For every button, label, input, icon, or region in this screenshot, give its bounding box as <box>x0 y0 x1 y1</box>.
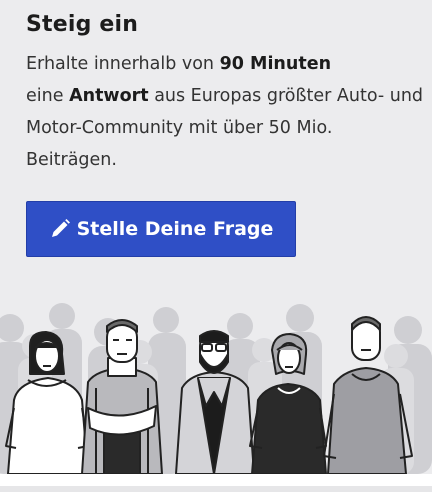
intro-text-1: Erhalte innerhalb von <box>26 54 220 74</box>
intro-highlight-time: 90 Minuten <box>219 54 332 74</box>
intro-text-2: eine <box>26 86 70 106</box>
pencil-icon <box>51 219 70 237</box>
ask-question-button-label: Stelle Deine Frage <box>76 218 274 240</box>
card-title: Steig ein <box>26 12 139 37</box>
card-content: Steig ein Erhalte innerhalb von 90 Minut… <box>26 10 426 176</box>
ask-question-button[interactable]: Stelle Deine Frage <box>26 201 296 257</box>
section-divider <box>0 486 432 492</box>
ask-question-card: Steig ein Erhalte innerhalb von 90 Minut… <box>0 0 432 474</box>
card-description: Erhalte innerhalb von 90 Minuten eine An… <box>26 48 426 176</box>
community-people-illustration <box>0 303 432 474</box>
intro-highlight-answer: Antwort <box>69 86 149 106</box>
